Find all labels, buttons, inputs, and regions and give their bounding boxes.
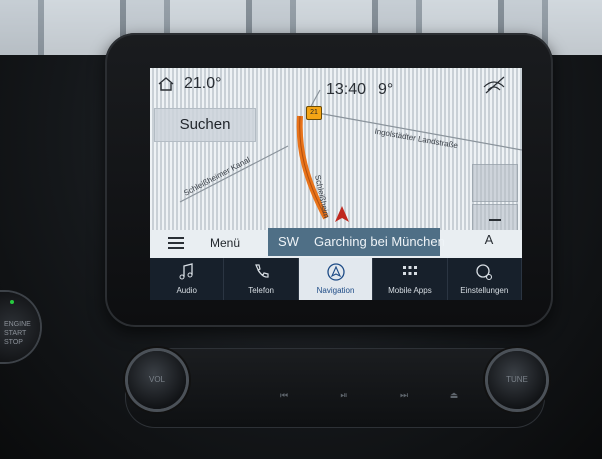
road-kanal xyxy=(179,145,289,203)
start-button-label: ENGINE START STOP xyxy=(4,321,31,346)
navigation-map[interactable]: 21.0° 13:40 9° Suchen 21 Ingolstädter La… xyxy=(150,68,522,230)
music-note-icon xyxy=(179,263,193,280)
zoom-in-button[interactable] xyxy=(472,164,518,202)
tab-navigation[interactable]: Navigation xyxy=(298,258,374,300)
road-ingolstaedter xyxy=(311,111,522,151)
outside-temperature: 21.0° xyxy=(184,75,222,92)
home-icon[interactable] xyxy=(158,76,174,92)
compass-icon[interactable]: A xyxy=(480,232,498,252)
control-panel xyxy=(125,348,545,428)
tab-label: Telefon xyxy=(248,286,274,295)
volume-knob-label: VOL xyxy=(148,375,165,384)
hamburger-icon xyxy=(168,237,184,249)
menu-button[interactable]: Menü xyxy=(158,230,258,256)
tab-label: Navigation xyxy=(316,286,355,295)
route-shield: 21 xyxy=(306,106,322,120)
tab-audio[interactable]: Audio xyxy=(150,258,225,300)
zoom-out-button[interactable] xyxy=(472,204,518,230)
settings-gear-icon xyxy=(476,264,493,281)
wifi-off-icon xyxy=(483,76,505,94)
cabin-temperature: 9° xyxy=(378,81,394,98)
navigation-icon xyxy=(326,263,345,281)
apps-grid-icon xyxy=(402,266,417,275)
tab-telefon[interactable]: Telefon xyxy=(224,258,299,300)
tab-mobile-apps[interactable]: Mobile Apps xyxy=(373,258,448,300)
tab-label: Audio xyxy=(176,286,197,295)
search-button[interactable]: Suchen xyxy=(154,108,256,142)
car-interior-scene: 21.0° 13:40 9° Suchen 21 Ingolstädter La… xyxy=(0,0,602,459)
clock: 13:40 xyxy=(326,81,367,98)
menu-label: Menü xyxy=(210,236,241,250)
tab-label: Mobile Apps xyxy=(388,286,432,295)
vehicle-position-arrow-icon xyxy=(335,206,349,222)
tab-label: Einstellungen xyxy=(460,286,509,295)
previous-track-icon[interactable]: ⏮ xyxy=(270,390,298,404)
start-indicator-light xyxy=(10,300,14,304)
tune-knob[interactable]: TUNE xyxy=(488,351,546,409)
tune-knob-label: TUNE xyxy=(506,375,528,384)
main-tab-bar: Audio Telefon Navigation Mobile Apps Ein… xyxy=(150,258,522,300)
status-bar: 21.0° 13:40 9° xyxy=(150,68,522,102)
infotainment-screen: 21.0° 13:40 9° Suchen 21 Ingolstädter La… xyxy=(150,68,522,300)
destination-name: Garching bei München xyxy=(314,234,445,249)
tab-einstellungen[interactable]: Einstellungen xyxy=(448,258,522,300)
heading-direction: SW xyxy=(278,234,299,249)
next-track-icon[interactable]: ⏭ xyxy=(390,390,418,404)
eject-icon[interactable]: ⏏ xyxy=(440,390,468,404)
minus-icon xyxy=(489,219,501,221)
volume-knob[interactable]: VOL xyxy=(128,351,186,409)
phone-icon xyxy=(255,264,269,278)
play-pause-icon[interactable]: ⏯ xyxy=(330,390,358,404)
destination-bar[interactable]: SW Garching bei München xyxy=(268,228,445,256)
